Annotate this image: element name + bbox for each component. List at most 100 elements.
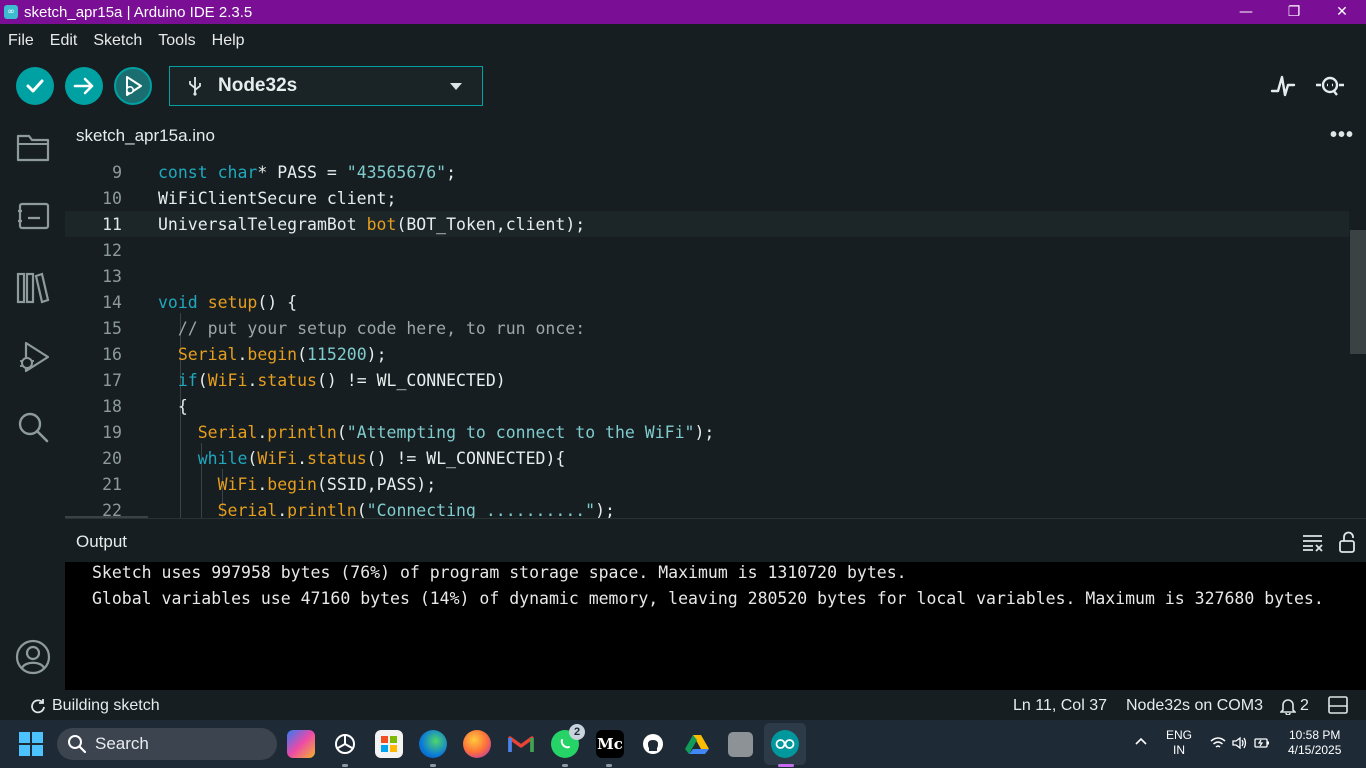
- menu-sketch[interactable]: Sketch: [85, 32, 150, 50]
- unlock-icon[interactable]: [1338, 531, 1356, 553]
- firefox-icon[interactable]: [463, 730, 491, 758]
- toolbar: Node32s: [0, 58, 1366, 114]
- code-line[interactable]: 11 UniversalTelegramBot bot(BOT_Token,cli…: [65, 211, 1349, 237]
- code-text: while(WiFi.status() != WL_CONNECTED){: [197, 448, 566, 468]
- line-number: 16: [102, 344, 122, 364]
- title-bar: ∞ sketch_apr15a | Arduino IDE 2.3.5 — ❐ …: [0, 0, 1366, 24]
- serial-plotter-button[interactable]: [1267, 70, 1299, 102]
- menu-edit[interactable]: Edit: [42, 32, 86, 50]
- gmail-icon[interactable]: [507, 730, 535, 758]
- chevron-up-icon[interactable]: [1134, 735, 1148, 750]
- maximize-button[interactable]: ❐: [1270, 0, 1318, 24]
- code-text: WiFiClientSecure client;: [158, 188, 397, 208]
- board-port-status[interactable]: Node32s on COM3: [1126, 697, 1263, 715]
- build-status: Building sketch: [52, 697, 160, 714]
- code-text: {: [158, 396, 188, 416]
- code-text: void setup() {: [158, 292, 298, 312]
- menu-file[interactable]: File: [0, 32, 42, 50]
- cursor-position[interactable]: Ln 11, Col 37: [1013, 697, 1107, 715]
- copilot-icon[interactable]: [287, 730, 315, 758]
- menu-tools[interactable]: Tools: [150, 32, 203, 50]
- running-indicator: [430, 764, 436, 767]
- line-number: 18: [102, 396, 122, 416]
- code-line[interactable]: 12: [65, 237, 1349, 263]
- notification-count: 2: [1300, 697, 1309, 714]
- minimize-button[interactable]: —: [1222, 0, 1270, 24]
- more-actions-icon[interactable]: •••: [1330, 124, 1354, 147]
- chevron-down-icon: [450, 83, 462, 90]
- whatsapp-icon[interactable]: 2: [551, 724, 585, 758]
- code-line[interactable]: 10 WiFiClientSecure client;: [65, 185, 1349, 211]
- code-line[interactable]: 16 Serial.begin(115200);: [65, 341, 1349, 367]
- chatgpt-icon[interactable]: [331, 730, 359, 758]
- toggle-panel-icon[interactable]: [1328, 696, 1348, 719]
- editor-tabs: sketch_apr15a.ino •••: [65, 114, 1366, 157]
- account-icon[interactable]: [14, 638, 52, 676]
- code-text: if(WiFi.status() != WL_CONNECTED): [177, 370, 506, 390]
- pulse-icon: [1270, 75, 1296, 97]
- line-number: 12: [102, 240, 122, 260]
- line-number: 20: [102, 448, 122, 468]
- code-line[interactable]: 19 Serial.println("Attempting to connect…: [65, 419, 1349, 445]
- line-number: 9: [112, 162, 122, 182]
- code-editor[interactable]: 9 const char* PASS = "43565676"; 10 WiFiCli…: [65, 157, 1366, 518]
- search-icon[interactable]: [14, 408, 52, 446]
- wifi-icon: [1210, 737, 1226, 748]
- serial-monitor-button[interactable]: [1314, 70, 1346, 102]
- checkmark-icon: [26, 79, 44, 93]
- status-bar: Building sketch Ln 11, Col 37 Node32s on…: [0, 692, 1366, 720]
- code-line[interactable]: 15 // put your setup code here, to run o…: [65, 315, 1349, 341]
- language-indicator[interactable]: ENG IN: [1166, 728, 1192, 758]
- editor-scrollbar[interactable]: [1350, 230, 1366, 354]
- app-placeholder-icon[interactable]: [728, 732, 753, 757]
- code-line[interactable]: 9 const char* PASS = "43565676";: [65, 159, 1349, 185]
- battery-icon: [1254, 738, 1269, 748]
- library-icon[interactable]: [14, 268, 52, 306]
- code-line[interactable]: 18 {: [65, 393, 1349, 419]
- edge-browser-icon[interactable]: [419, 730, 447, 758]
- clock[interactable]: 10:58 PM 4/15/2025: [1288, 728, 1341, 758]
- code-line[interactable]: 14 void setup() {: [65, 289, 1349, 315]
- language-code: ENG: [1166, 728, 1193, 742]
- microsoft-store-icon[interactable]: [375, 730, 403, 758]
- menu-help[interactable]: Help: [204, 32, 253, 50]
- line-number: 14: [102, 292, 122, 312]
- github-icon[interactable]: [639, 730, 667, 758]
- verify-button[interactable]: [16, 67, 54, 105]
- medium-icon[interactable]: Mc: [596, 730, 624, 758]
- line-number: 10: [102, 188, 122, 208]
- board-selector[interactable]: Node32s: [169, 66, 483, 106]
- left-sidebar: [0, 114, 65, 692]
- debug-button[interactable]: [114, 67, 152, 105]
- close-button[interactable]: ✕: [1318, 0, 1366, 24]
- upload-button[interactable]: [65, 67, 103, 105]
- debug-icon[interactable]: [14, 338, 52, 376]
- code-text: UniversalTelegramBot bot(BOT_Token,clien…: [158, 214, 586, 234]
- volume-icon: [1232, 736, 1247, 750]
- notifications-button[interactable]: 2: [1280, 697, 1309, 715]
- system-tray-icons[interactable]: [1210, 736, 1270, 750]
- board-name: Node32s: [218, 75, 298, 96]
- windows-start-icon[interactable]: [19, 732, 43, 756]
- active-indicator: [778, 764, 794, 767]
- search-label: Search: [95, 734, 149, 753]
- magnifier-icon: [1316, 76, 1344, 96]
- arduino-ide-taskbar-icon[interactable]: [771, 730, 799, 758]
- tab-sketch[interactable]: sketch_apr15a.ino: [65, 114, 226, 157]
- code-line[interactable]: 21 WiFi.begin(SSID,PASS);: [65, 471, 1349, 497]
- code-line[interactable]: 20 while(WiFi.status() != WL_CONNECTED){: [65, 445, 1349, 471]
- folder-icon[interactable]: [14, 128, 52, 166]
- bell-icon: [1280, 699, 1296, 715]
- code-text: Serial.println("Connecting ..........");: [217, 500, 615, 519]
- code-line[interactable]: 17 if(WiFi.status() != WL_CONNECTED): [65, 367, 1349, 393]
- taskbar-search[interactable]: Search: [57, 728, 277, 760]
- clear-output-icon[interactable]: [1302, 532, 1324, 552]
- line-number: 21: [102, 474, 122, 494]
- code-line[interactable]: 22 Serial.println("Connecting ..........…: [65, 497, 1349, 519]
- arrow-right-icon: [73, 77, 94, 95]
- board-manager-icon[interactable]: [14, 197, 52, 235]
- google-drive-icon[interactable]: [683, 730, 711, 758]
- code-line[interactable]: 13: [65, 263, 1349, 289]
- region-code: IN: [1173, 743, 1185, 757]
- output-console[interactable]: Sketch uses 997958 bytes (76%) of progra…: [65, 562, 1366, 690]
